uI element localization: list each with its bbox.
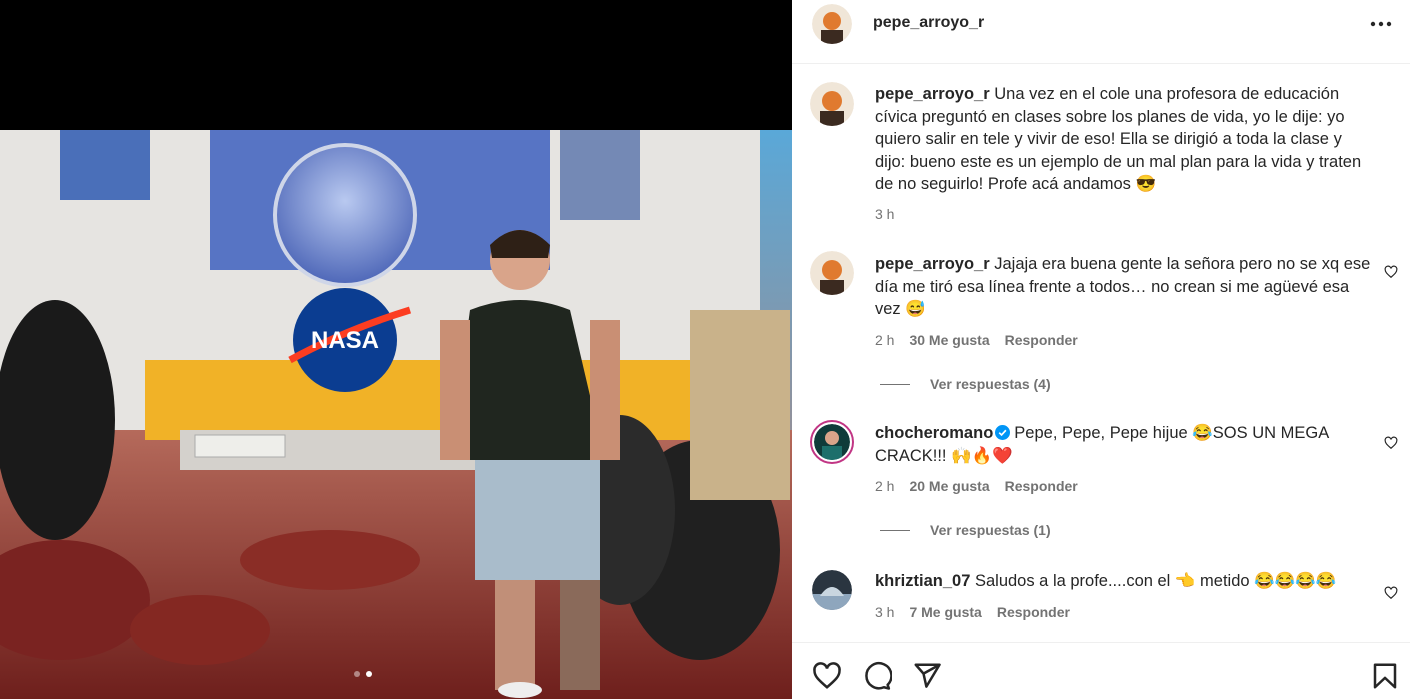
avatar[interactable] [810,82,854,126]
nasa-logo-text: NASA [311,327,379,354]
author-username[interactable]: pepe_arroyo_r [873,14,984,32]
comment-likes[interactable]: 20 Me gusta [909,478,989,494]
nasa-rover-photo: NASA [0,130,792,699]
verified-badge-icon [995,425,1011,440]
replies-divider [880,529,910,531]
view-replies-button[interactable]: Ver respuestas (4) [880,376,1051,392]
comment-meta: 3 h 7 Me gusta Responder [875,604,1070,620]
comment-icon[interactable] [862,661,892,691]
bookmark-icon[interactable] [1370,661,1400,691]
heart-icon[interactable] [1384,586,1398,600]
heart-icon[interactable] [1384,436,1398,450]
comment-username[interactable]: khriztian_07 [875,572,970,590]
carousel-dot-active[interactable] [366,671,372,677]
carousel-dot[interactable] [354,671,360,677]
comment-body: Saludos a la profe....con el 👈 metido 😂😂… [974,572,1337,590]
avatar-story-ring[interactable] [810,420,854,464]
comment-username[interactable]: pepe_arroyo_r [875,255,990,273]
view-replies-label[interactable]: Ver respuestas (4) [930,376,1051,392]
reply-button[interactable]: Responder [1005,332,1078,348]
view-replies-button[interactable]: Ver respuestas (1) [880,522,1051,538]
reply-button[interactable]: Responder [997,604,1070,620]
avatar[interactable] [810,251,854,295]
comment-time[interactable]: 2 h [875,478,894,494]
reply-button[interactable]: Responder [1005,478,1078,494]
replies-divider [880,383,910,385]
comment-time[interactable]: 2 h [875,332,894,348]
comment-text: pepe_arroyo_r Una vez en el cole una pro… [875,83,1375,196]
post-header: pepe_arroyo_r [792,0,1410,64]
carousel-indicator [354,671,372,677]
comment-text: pepe_arroyo_r Jajaja era buena gente la … [875,253,1375,321]
action-bar [792,642,1410,700]
heart-icon[interactable] [812,661,842,691]
comment-meta: 2 h 30 Me gusta Responder [875,332,1078,348]
comment-username[interactable]: chocheromano [875,424,993,442]
post-photo[interactable]: NASA [0,130,792,699]
comment-text: khriztian_07 Saludos a la profe....con e… [875,570,1375,593]
share-icon[interactable] [912,661,942,691]
comment-meta: 2 h 20 Me gusta Responder [875,478,1078,494]
avatar[interactable] [812,570,852,610]
comments-list: pepe_arroyo_r Una vez en el cole una pro… [792,64,1410,642]
comment-time[interactable]: 3 h [875,206,894,222]
comment-meta: 3 h [875,206,894,222]
comment-text: chocheromano Pepe, Pepe, Pepe hijue 😂SOS … [875,422,1375,467]
comment-likes[interactable]: 30 Me gusta [909,332,989,348]
post-sidebar: pepe_arroyo_r pepe_arroyo_r Una vez en e… [792,0,1410,699]
view-replies-label[interactable]: Ver respuestas (1) [930,522,1051,538]
comment-likes[interactable]: 7 Me gusta [909,604,981,620]
more-options-icon[interactable] [1368,12,1394,36]
avatar[interactable] [812,4,852,44]
heart-icon[interactable] [1384,265,1398,279]
comment-username[interactable]: pepe_arroyo_r [875,85,990,103]
comment-time[interactable]: 3 h [875,604,894,620]
post-media: NASA [0,0,792,699]
